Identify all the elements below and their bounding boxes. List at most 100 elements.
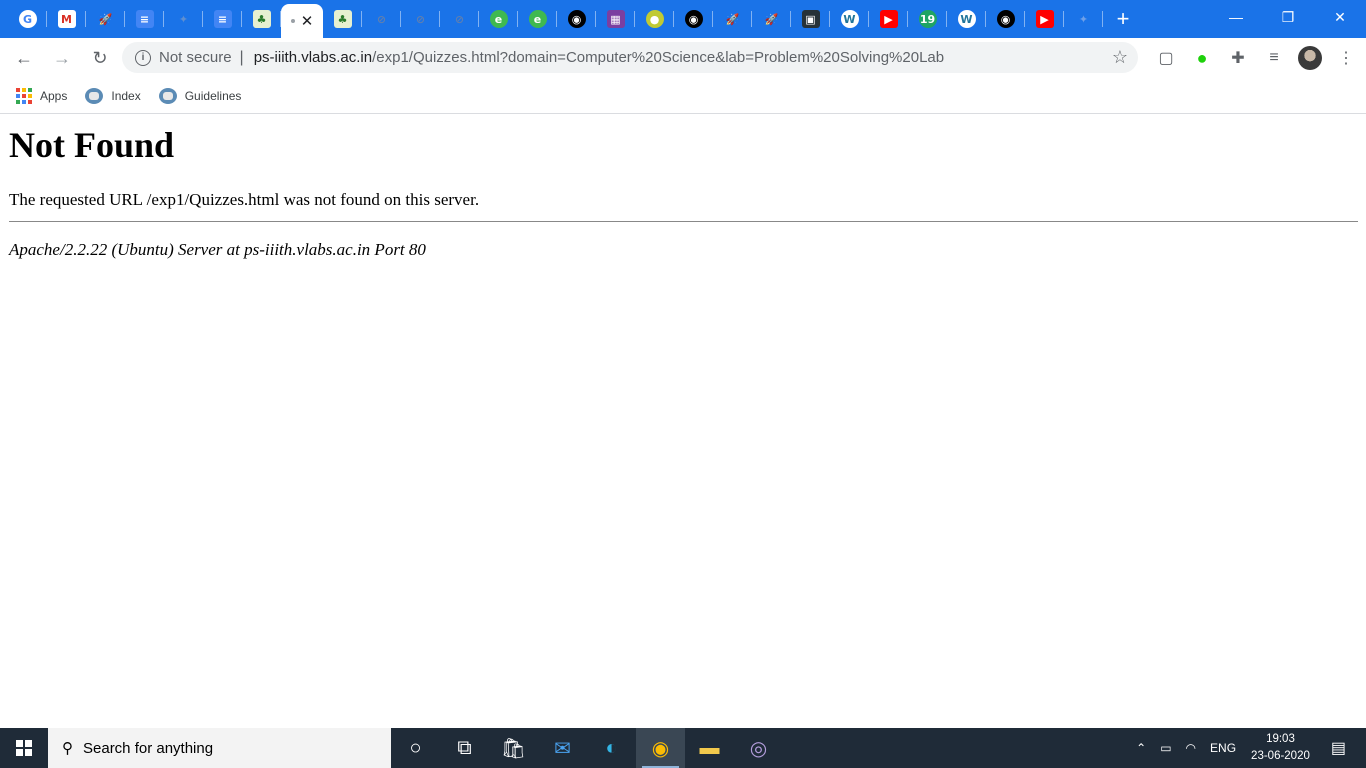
tab[interactable]: W [830, 0, 869, 38]
taskbar-search[interactable]: ⚲ Search for anything [48, 728, 391, 768]
tab[interactable]: ◉ [986, 0, 1025, 38]
taskbar-app-button[interactable]: ▬ [685, 728, 734, 768]
reload-button[interactable]: ↻ [82, 40, 118, 76]
file-explorer-icon: ▬ [699, 736, 720, 759]
address-bar[interactable]: i Not secure | ps-iiith.vlabs.ac.in/exp1… [122, 42, 1138, 73]
bookmark-label: Index [111, 88, 141, 103]
wordpress-icon: W [957, 10, 976, 28]
tab[interactable]: ⊘ [401, 0, 440, 38]
taskbar-app-button[interactable]: ◐ [587, 728, 636, 768]
tab[interactable]: ▶ [1025, 0, 1064, 38]
loading-dot-icon [290, 19, 295, 23]
bookmark-apps[interactable]: Apps [16, 87, 68, 104]
tab[interactable]: ♣ [242, 0, 281, 38]
search-input[interactable]: Search for anything [83, 740, 213, 757]
extension-icon[interactable]: ● [1184, 40, 1220, 76]
menu-icon[interactable]: ⋮ [1328, 40, 1364, 76]
taskbar-app-button[interactable]: ✉ [538, 728, 587, 768]
generic-icon: ✦ [1074, 10, 1093, 28]
generic-icon: ✦ [174, 10, 193, 28]
search-icon: ⚲ [62, 740, 73, 757]
tab[interactable]: ◉ [557, 0, 596, 38]
lime-icon: ● [645, 10, 664, 28]
page-title: Not Found [9, 125, 175, 165]
divider [9, 221, 1358, 222]
close-tab-icon[interactable]: ✕ [301, 12, 314, 30]
youtube-icon: ▶ [879, 10, 898, 28]
tab[interactable]: ✦ [1064, 0, 1103, 38]
nineteen-icon: 19 [918, 10, 937, 28]
url-host: ps-iiith.vlabs.ac.in [253, 49, 373, 66]
rocket-icon: 🚀 [723, 10, 742, 28]
gmail-icon: M [57, 10, 76, 28]
tab[interactable]: ≡ [203, 0, 242, 38]
bookmark-label: Apps [40, 88, 68, 103]
mail-icon: ✉ [554, 737, 571, 760]
wifi-icon[interactable]: ◠ [1186, 741, 1196, 755]
tab[interactable]: 🚀 [752, 0, 791, 38]
taskbar-app-button[interactable]: ○ [391, 728, 440, 768]
window-controls: — ❐ ✕ [1210, 0, 1366, 34]
tab[interactable]: ◉ [674, 0, 713, 38]
back-button[interactable]: ← [6, 40, 42, 76]
profile-avatar[interactable] [1292, 40, 1328, 76]
extensions-puzzle-icon[interactable]: ✚ [1220, 40, 1256, 76]
apps-grid-dot [16, 87, 20, 92]
taskbar-app-button[interactable]: 🛍 [489, 728, 538, 768]
tab[interactable]: ⊘ [440, 0, 479, 38]
forward-button[interactable]: → [44, 40, 80, 76]
tab[interactable]: ⊘ [362, 0, 401, 38]
tab[interactable]: 19 [908, 0, 947, 38]
tab[interactable]: ▦ [596, 0, 635, 38]
clock[interactable]: 19:03 23-06-2020 [1251, 731, 1310, 765]
taskbar-app-button[interactable]: ◉ [636, 728, 685, 768]
tab[interactable]: ▣ [791, 0, 830, 38]
apps-grid-dot [28, 87, 32, 92]
tab[interactable]: ♣ [323, 0, 362, 38]
notifications-icon[interactable]: ▤ [1331, 738, 1346, 758]
new-tab-button[interactable]: + [1103, 0, 1143, 38]
apps-grid-dot [22, 87, 26, 92]
tab[interactable]: ● [635, 0, 674, 38]
restore-button[interactable]: ❐ [1262, 0, 1314, 34]
cortana-icon: ○ [409, 736, 422, 759]
bookmark-guidelines[interactable]: Guidelines [158, 87, 241, 104]
tab[interactable]: M [47, 0, 86, 38]
tab-strip: G M 🚀 ≡ ✦ ≡ ♣ ✕ ♣ ⊘ ⊘ ⊘ e e ◉ ▦ ● ◉ 🚀 🚀 ▣ W ▶ 19 W ◉ ▶ ✦ + — ❐ ✕ [0, 0, 1366, 38]
taskbar-app-button[interactable]: ⧉ [440, 728, 489, 768]
tabs: G M 🚀 ≡ ✦ ≡ ♣ ✕ ♣ ⊘ ⊘ ⊘ e e ◉ ▦ ● ◉ 🚀 🚀 ▣ W ▶ 19 W ◉ ▶ ✦ + [0, 0, 1143, 38]
tab[interactable]: G [8, 0, 47, 38]
edge-icon: e [528, 10, 547, 28]
tab[interactable]: e [518, 0, 557, 38]
start-button[interactable] [0, 728, 48, 768]
site-info-icon[interactable]: i [135, 49, 151, 66]
youtube-icon: ▶ [1035, 10, 1054, 28]
wordpress-icon: W [840, 10, 859, 28]
battery-icon[interactable]: ▭ [1160, 741, 1171, 755]
system-tray: ⌃ ▭ ◠ ENG 19:03 23-06-2020 ▤ [1129, 728, 1366, 768]
minimize-button[interactable]: — [1210, 0, 1262, 34]
tab[interactable]: 🚀 [713, 0, 752, 38]
google-icon: G [18, 10, 37, 28]
tab[interactable]: 🚀 [86, 0, 125, 38]
bookmarks-bar: Apps Index Guidelines [0, 78, 1366, 114]
url-path: /exp1/Quizzes.html?domain=Computer%20Sci… [372, 49, 945, 66]
security-label[interactable]: Not secure [159, 49, 232, 66]
purple-icon: ▦ [606, 10, 625, 28]
bookmark-star-icon[interactable]: ☆ [1112, 47, 1128, 68]
clock-date: 23-06-2020 [1251, 750, 1310, 762]
github-icon: ◉ [684, 10, 703, 28]
bookmark-index[interactable]: Index [85, 87, 141, 104]
language-indicator[interactable]: ENG [1210, 741, 1236, 755]
close-window-button[interactable]: ✕ [1314, 0, 1366, 34]
tab[interactable]: ≡ [125, 0, 164, 38]
pocket-icon[interactable]: ▢ [1148, 40, 1184, 76]
taskbar-app-button[interactable]: ◎ [734, 728, 783, 768]
tab[interactable]: e [479, 0, 518, 38]
tab[interactable]: ✦ [164, 0, 203, 38]
media-control-icon[interactable]: ≡ [1256, 40, 1292, 76]
tab[interactable]: ▶ [869, 0, 908, 38]
tab-active[interactable]: ✕ [281, 4, 323, 38]
tab[interactable]: W [947, 0, 986, 38]
show-hidden-icons-chevron-icon[interactable]: ⌃ [1136, 741, 1146, 755]
